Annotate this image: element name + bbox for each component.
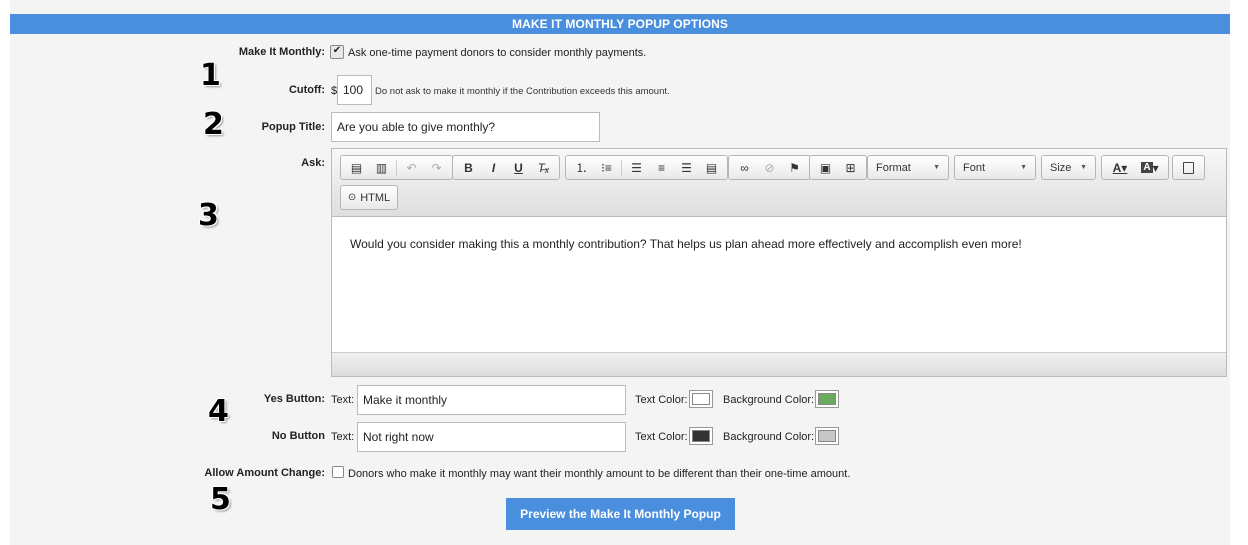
align-center-icon[interactable]: ≡ <box>649 158 674 178</box>
cutoff-label: Cutoff: <box>288 84 325 96</box>
background-color-icon[interactable]: A ▾ <box>1135 158 1165 178</box>
chevron-down-icon: ▼ <box>933 164 940 171</box>
align-justify-icon[interactable]: ▤ <box>699 158 724 178</box>
editor-toolbar: ▤ ▥ ↶ ↷ B I U T̶ₓ ⒈ ⁝≡ ☰ ≡ ☰ ▤ ∞ ⊘ ⚑ ▣ ⊞… <box>332 149 1226 217</box>
allow-amount-change-checkbox[interactable] <box>332 466 344 478</box>
basic-styles-group: B I U T̶ₓ <box>452 155 560 180</box>
paste-word-icon[interactable]: ▥ <box>369 158 394 178</box>
yes-text-color-label: Text Color: <box>635 394 688 406</box>
italic-icon[interactable]: I <box>481 158 506 178</box>
align-left-icon[interactable]: ☰ <box>624 158 649 178</box>
link-icon[interactable]: ∞ <box>732 158 757 178</box>
cutoff-help: Do not ask to make it monthly if the Con… <box>375 86 670 97</box>
yes-bg-color-swatch[interactable] <box>815 390 839 408</box>
yes-button-text-input[interactable]: Make it monthly <box>357 385 626 415</box>
image-icon[interactable]: ▣ <box>813 158 838 178</box>
font-dropdown[interactable]: Font ▼ <box>954 155 1036 180</box>
remove-format-icon[interactable]: T̶ₓ <box>531 158 556 178</box>
no-bg-color-swatch[interactable] <box>815 427 839 445</box>
editor-status-bar <box>332 352 1226 376</box>
chevron-down-icon: ▼ <box>1080 164 1087 171</box>
bulleted-list-icon[interactable]: ⁝≡ <box>594 158 619 178</box>
no-text-color-swatch[interactable] <box>689 427 713 445</box>
yes-button-label: Yes Button: <box>263 393 325 405</box>
maximize-icon[interactable] <box>1176 158 1201 178</box>
make-it-monthly-checkbox[interactable]: ✔ <box>330 45 344 59</box>
annotation-5: 5 <box>210 482 231 517</box>
no-text-label: Text: <box>331 431 355 443</box>
popup-title-label: Popup Title: <box>261 121 325 133</box>
colors-group: A▾ A ▾ <box>1101 155 1169 180</box>
allow-amount-change-label: Allow Amount Change: <box>204 467 325 479</box>
no-button-label: No Button <box>271 430 325 442</box>
rich-text-editor[interactable]: ▤ ▥ ↶ ↷ B I U T̶ₓ ⒈ ⁝≡ ☰ ≡ ☰ ▤ ∞ ⊘ ⚑ ▣ ⊞… <box>331 148 1227 377</box>
clipboard-group: ▤ ▥ ↶ ↷ <box>340 155 453 180</box>
undo-icon[interactable]: ↶ <box>399 158 424 178</box>
yes-bg-color-label: Background Color: <box>723 394 815 406</box>
tools-group <box>1172 155 1205 180</box>
paste-text-icon[interactable]: ▤ <box>344 158 369 178</box>
redo-icon[interactable]: ↷ <box>424 158 449 178</box>
no-text-color-label: Text Color: <box>635 431 688 443</box>
unlink-icon[interactable]: ⊘ <box>757 158 782 178</box>
anchor-flag-icon[interactable]: ⚑ <box>782 158 807 178</box>
no-button-text-input[interactable]: Not right now <box>357 422 626 452</box>
html-source-button[interactable]: ⊙ HTML <box>340 185 398 210</box>
preview-popup-button[interactable]: Preview the Make It Monthly Popup <box>506 498 735 530</box>
links-group: ∞ ⊘ ⚑ <box>728 155 811 180</box>
cutoff-input[interactable]: 100 <box>337 75 372 105</box>
allow-amount-change-description: Donors who make it monthly may want thei… <box>348 468 851 480</box>
editor-content[interactable]: Would you consider making this a monthly… <box>350 237 1022 251</box>
yes-text-label: Text: <box>331 394 355 406</box>
numbered-list-icon[interactable]: ⒈ <box>569 158 594 178</box>
make-it-monthly-label: Make It Monthly: <box>238 46 325 58</box>
paragraph-group: ⒈ ⁝≡ ☰ ≡ ☰ ▤ <box>565 155 728 180</box>
annotation-3: 3 <box>198 198 219 233</box>
popup-title-input[interactable]: Are you able to give monthly? <box>331 112 600 142</box>
format-dropdown[interactable]: Format ▼ <box>867 155 949 180</box>
size-dropdown[interactable]: Size ▼ <box>1041 155 1096 180</box>
table-icon[interactable]: ⊞ <box>838 158 863 178</box>
section-header: MAKE IT MONTHLY POPUP OPTIONS <box>10 14 1230 34</box>
make-it-monthly-description: Ask one-time payment donors to consider … <box>348 47 647 59</box>
bold-icon[interactable]: B <box>456 158 481 178</box>
yes-text-color-swatch[interactable] <box>689 390 713 408</box>
ask-label: Ask: <box>301 157 325 169</box>
underline-icon[interactable]: U <box>506 158 531 178</box>
source-icon: ⊙ <box>347 192 357 203</box>
chevron-down-icon: ▼ <box>1020 164 1027 171</box>
text-color-icon[interactable]: A▾ <box>1105 158 1135 178</box>
no-bg-color-label: Background Color: <box>723 431 815 443</box>
insert-group: ▣ ⊞ <box>809 155 867 180</box>
align-right-icon[interactable]: ☰ <box>674 158 699 178</box>
